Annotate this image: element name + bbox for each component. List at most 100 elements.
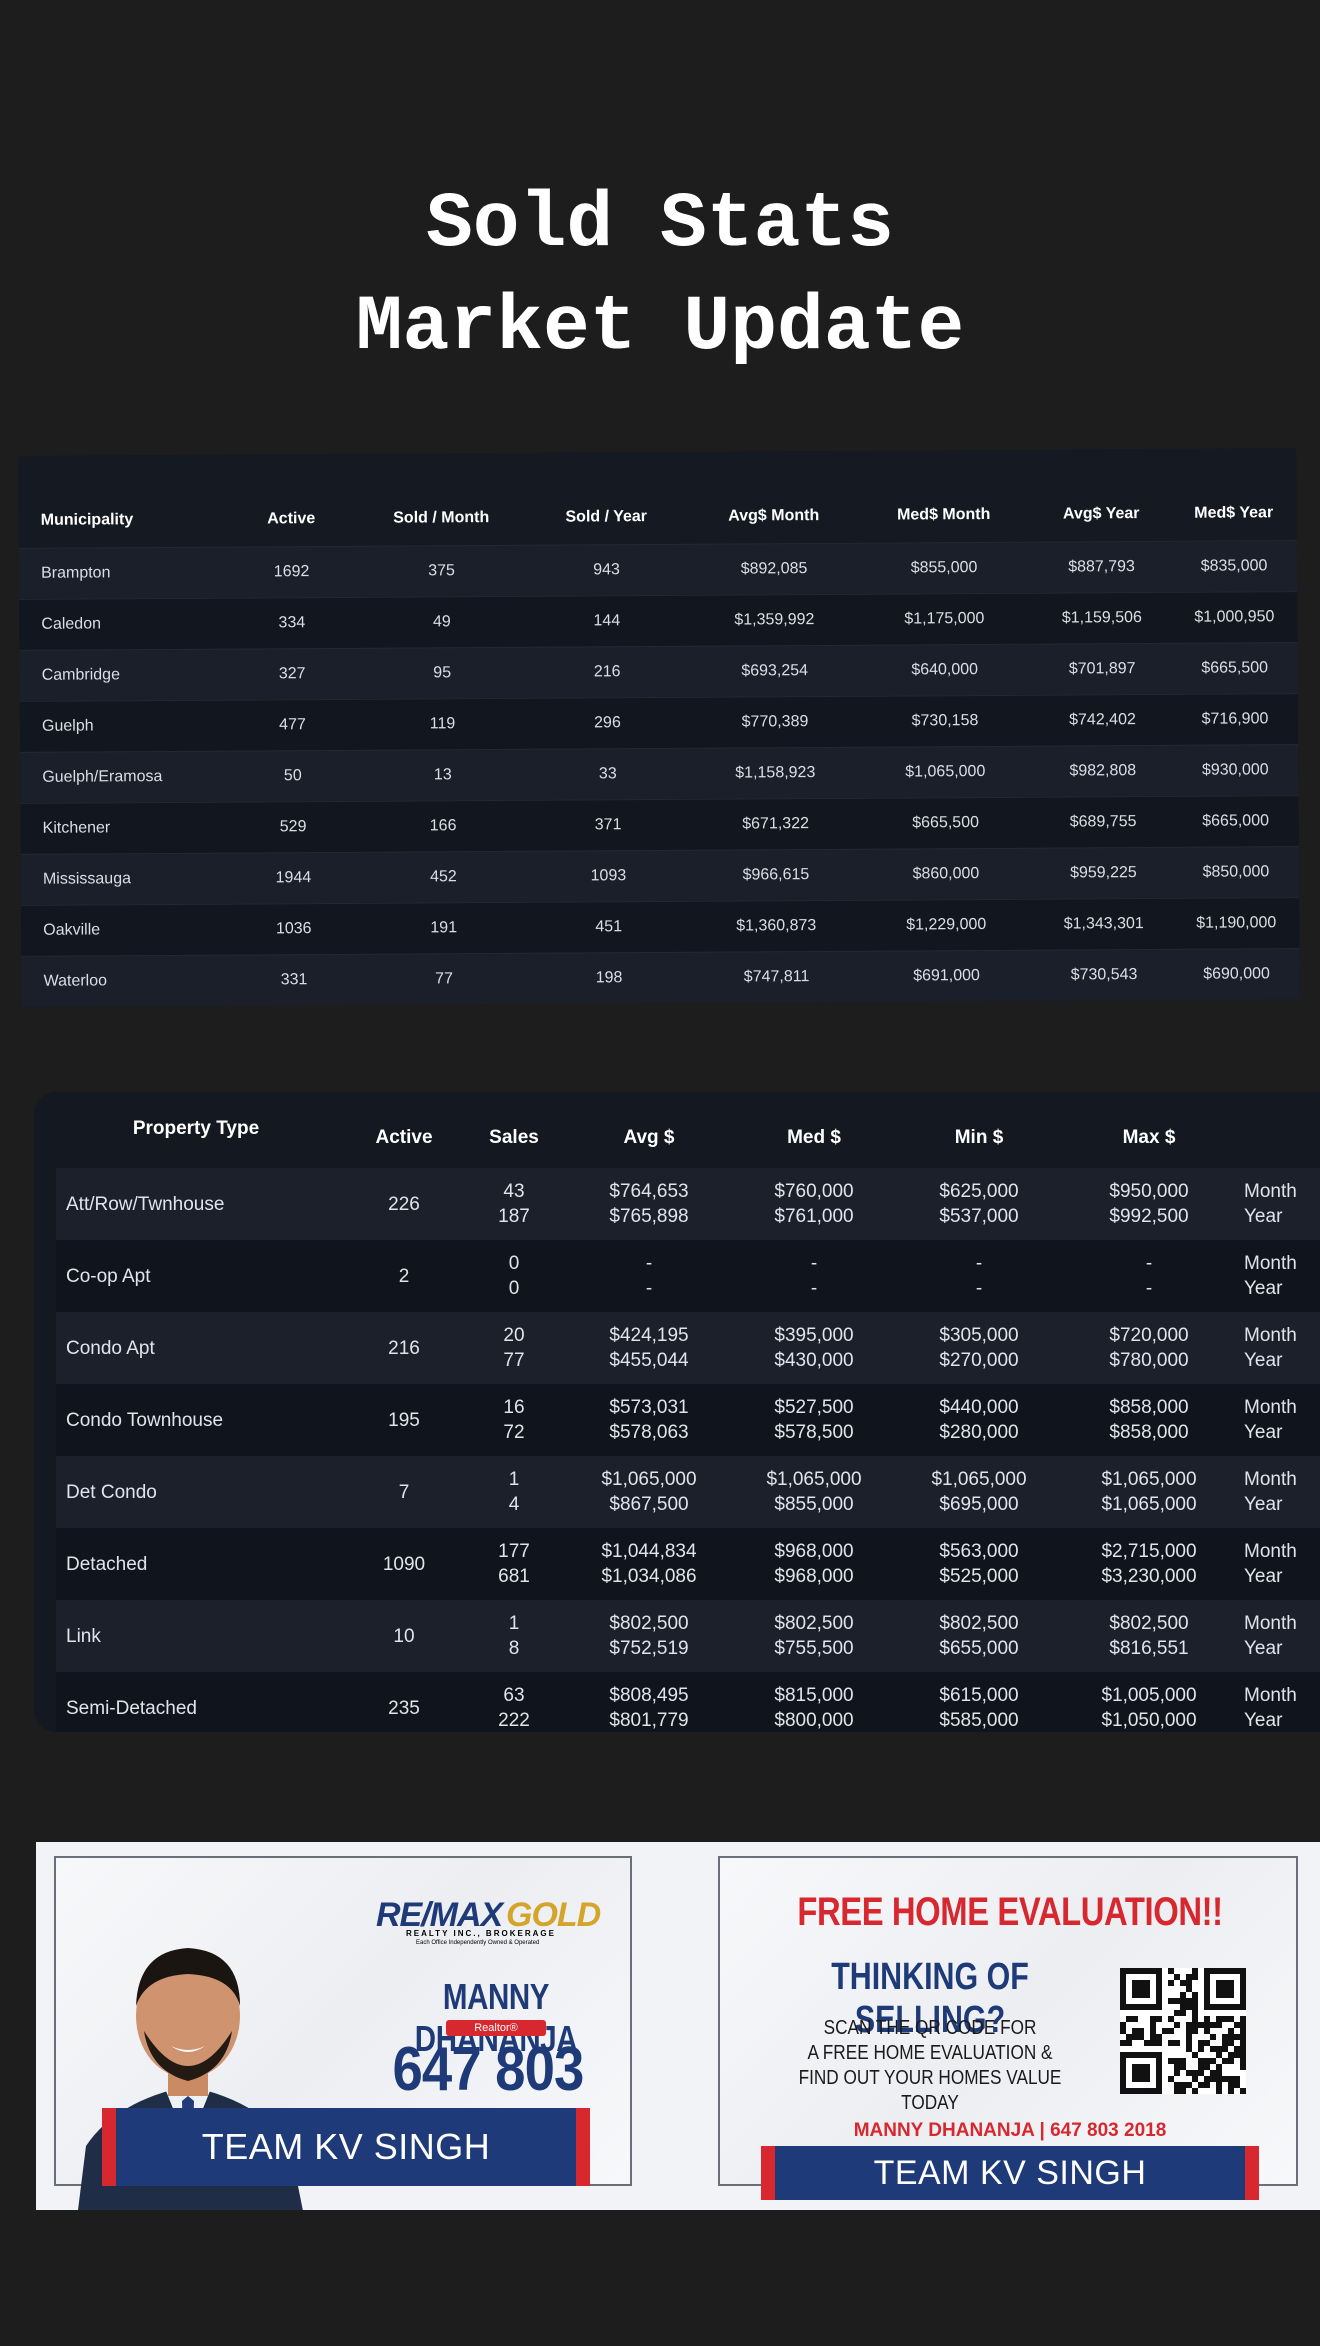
- table-cell: $1,159,506: [1061, 609, 1142, 627]
- avg-cell: $1,044,834 $1,034,086: [574, 1528, 724, 1600]
- table-cell: 451: [595, 918, 623, 936]
- avg-value: $801,779: [609, 1710, 689, 1731]
- evaluation-line: A FREE HOME EVALUATION &: [807, 2042, 1053, 2064]
- table-cell: $860,000: [912, 865, 980, 883]
- avg-value: $455,044: [609, 1350, 689, 1371]
- table-cell: $716,900: [1201, 710, 1269, 728]
- max-value: $802,500: [1109, 1613, 1189, 1634]
- sales-value: 8: [508, 1638, 520, 1659]
- table-cell: 296: [594, 714, 621, 732]
- municipality-name: Mississauga: [42, 870, 132, 888]
- sales-cell: 63 222: [444, 1672, 584, 1732]
- period-labels: Month Year: [1244, 1528, 1320, 1600]
- table-cell: $747,811: [743, 968, 810, 986]
- min-value: $585,000: [939, 1710, 1019, 1731]
- max-value: $1,065,000: [1101, 1469, 1197, 1490]
- min-cell: $440,000 $280,000: [904, 1384, 1054, 1456]
- min-value: $802,500: [939, 1613, 1019, 1634]
- med-cell: --: [739, 1240, 889, 1312]
- table-cell: $665,500: [912, 814, 980, 832]
- min-value: $305,000: [939, 1325, 1019, 1346]
- table-cell: 95: [433, 664, 452, 682]
- column-header: Sales: [489, 1126, 539, 1148]
- table-row: Oakville 1036 191 451 $1,360,873 $1,229,000 $1…: [21, 897, 1300, 956]
- period-label: Year: [1244, 1566, 1283, 1587]
- column-header: Avg$ Year: [1062, 505, 1140, 523]
- max-cell: $1,005,000 $1,050,000: [1074, 1672, 1224, 1732]
- table-cell: 331: [280, 971, 308, 989]
- med-cell: $968,000 $968,000: [739, 1528, 889, 1600]
- municipality-table: Municipality Active Sold / Month Sold / Yea…: [18, 448, 1300, 1007]
- avg-value: $1,065,000: [601, 1469, 697, 1490]
- sales-value: 1: [508, 1613, 520, 1634]
- sales-value: 63: [503, 1685, 525, 1706]
- table-cell: 371: [594, 816, 622, 834]
- table-cell: 1036: [275, 920, 312, 938]
- column-header: Municipality: [40, 511, 134, 529]
- min-value: $440,000: [939, 1397, 1019, 1418]
- min-value: -: [975, 1278, 983, 1299]
- avg-value: $424,195: [609, 1325, 689, 1346]
- avg-value: $1,044,834: [601, 1541, 697, 1562]
- period-label: Month: [1244, 1325, 1297, 1346]
- min-cell: $1,065,000 $695,000: [904, 1456, 1054, 1528]
- period-label: Year: [1244, 1494, 1283, 1515]
- team-name-left: TEAM KV SINGH: [201, 2126, 491, 2167]
- period-labels: Month Year: [1244, 1312, 1320, 1384]
- avg-value: $802,500: [609, 1613, 689, 1634]
- med-value: $855,000: [774, 1494, 854, 1515]
- med-value: $815,000: [774, 1685, 854, 1706]
- property-type-name: Condo Townhouse: [66, 1409, 224, 1431]
- min-cell: $305,000 $270,000: [904, 1312, 1054, 1384]
- min-value: $615,000: [939, 1685, 1019, 1706]
- sales-value: 43: [503, 1181, 525, 1202]
- table-row: Mississauga 1944 452 1093 $966,615 $860,000 $9…: [20, 846, 1300, 905]
- municipality-name: Caledon: [41, 615, 102, 633]
- column-header: Sold / Month: [393, 509, 490, 527]
- med-cell: $395,000 $430,000: [739, 1312, 889, 1384]
- avg-value: $764,653: [609, 1181, 689, 1202]
- sales-value: 222: [498, 1710, 530, 1731]
- avg-value: $752,519: [609, 1638, 689, 1659]
- municipality-name: Guelph/Eramosa: [42, 768, 163, 786]
- min-cell: $625,000 $537,000: [904, 1168, 1054, 1240]
- period-label: Year: [1244, 1638, 1283, 1659]
- med-value: $761,000: [774, 1206, 854, 1227]
- agent-banner: RE/MAX GOLD REALTY INC., BROKERAGE Each …: [36, 1842, 1320, 2210]
- table-cell: $665,500: [1201, 659, 1269, 677]
- table-row: Caledon 334 49 144 $1,359,992 $1,175,000 $1,15…: [19, 591, 1298, 650]
- med-cell: $1,065,000 $855,000: [739, 1456, 889, 1528]
- table-cell: $691,000: [913, 967, 980, 985]
- table-row: Cambridge 327 95 216 $693,254 $640,000 $701,89…: [19, 642, 1298, 701]
- table-cell: 1944: [275, 869, 312, 887]
- period-labels: Month Year: [1244, 1672, 1320, 1732]
- avg-value: $573,031: [609, 1397, 689, 1418]
- table-cell: $1,158,923: [735, 764, 816, 782]
- med-cell: $815,000 $800,000: [739, 1672, 889, 1732]
- med-value: $800,000: [774, 1710, 854, 1731]
- period-label: Month: [1244, 1397, 1297, 1418]
- table-cell: $701,897: [1068, 660, 1136, 678]
- table-row: Att/Row/Twnhouse 226 43 187 $764,653 $765,898…: [56, 1168, 1320, 1240]
- table-cell: $1,175,000: [904, 610, 985, 628]
- sales-cell: 00: [444, 1240, 584, 1312]
- table-row: Kitchener 529 166 371 $671,322 $665,500 $689,7…: [20, 795, 1299, 854]
- min-cell: $615,000 $585,000: [904, 1672, 1054, 1732]
- max-value: $1,050,000: [1101, 1710, 1197, 1731]
- period-label: Month: [1244, 1253, 1297, 1274]
- max-value: $1,065,000: [1101, 1494, 1197, 1515]
- svg-text:Each Office Independently Owne: Each Office Independently Owned & Operat…: [416, 1940, 539, 1946]
- column-header: Max $: [1122, 1126, 1176, 1148]
- table-cell: $689,755: [1069, 813, 1137, 831]
- table-cell: $1,229,000: [906, 916, 987, 934]
- table-cell: $850,000: [1202, 863, 1270, 881]
- avg-value: -: [645, 1253, 653, 1274]
- med-cell: $527,500 $578,500: [739, 1384, 889, 1456]
- municipality-name: Brampton: [41, 564, 111, 582]
- table-cell: $966,615: [742, 866, 810, 884]
- property-type-name: Detached: [66, 1553, 148, 1575]
- table-cell: $640,000: [911, 661, 979, 679]
- period-labels: Month Year: [1244, 1456, 1320, 1528]
- qr-code[interactable]: [1120, 1968, 1246, 2094]
- table-cell: $730,158: [911, 712, 979, 730]
